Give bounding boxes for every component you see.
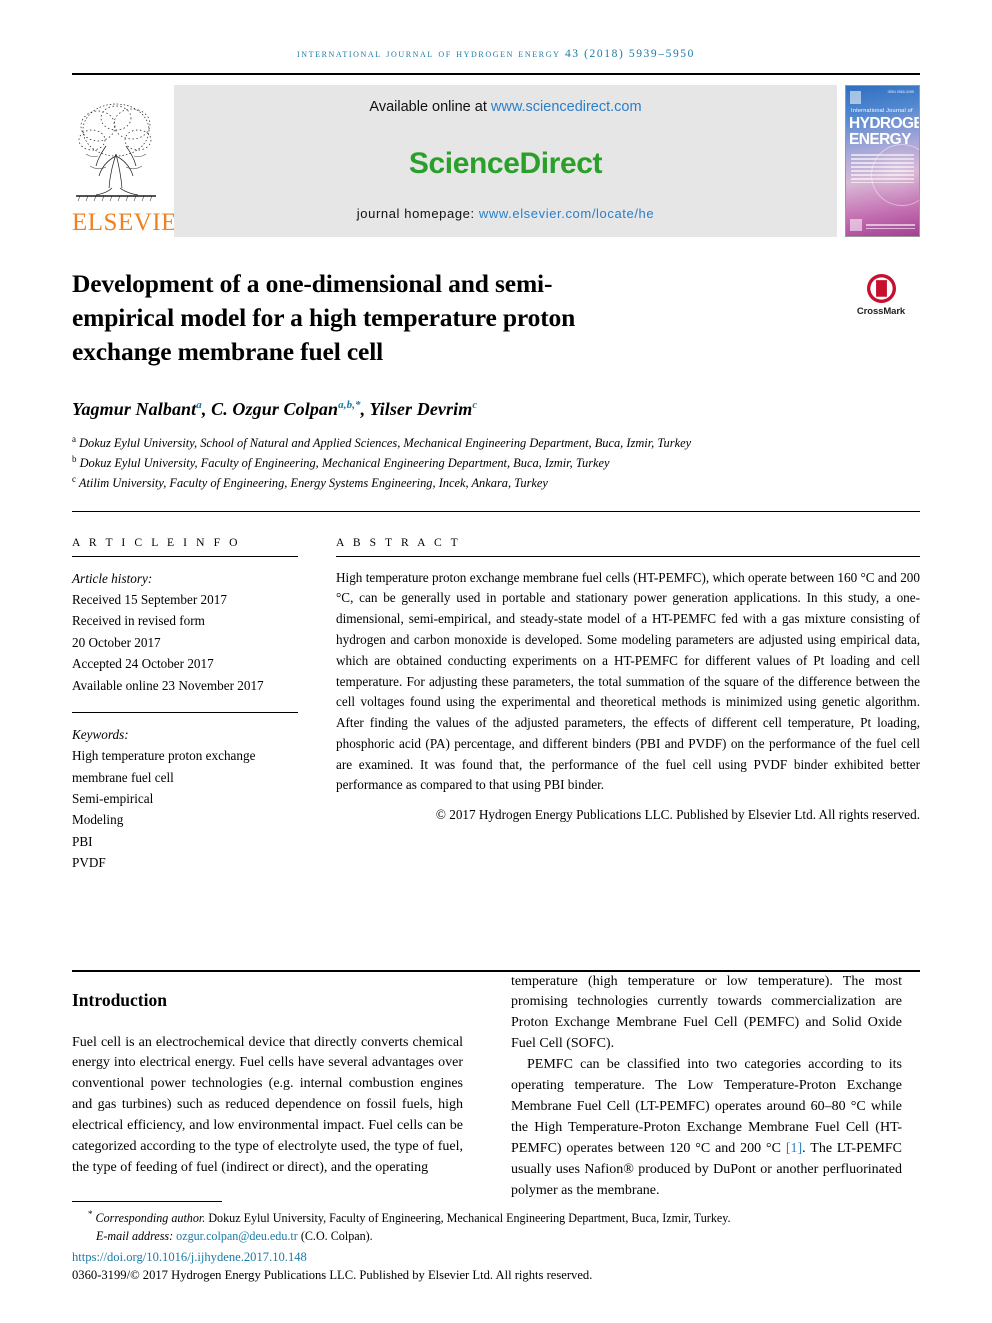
keyword-item: Semi-empirical: [72, 791, 154, 806]
cover-int-journal-label: International Journal of: [851, 108, 913, 114]
doi-link[interactable]: https://doi.org/10.1016/j.ijhydene.2017.…: [72, 1250, 307, 1264]
masthead: ELSEVIER Available online at www.science…: [72, 85, 920, 237]
email-line: E-mail address: ozgur.colpan@deu.edu.tr …: [72, 1227, 920, 1245]
citation-reference-1[interactable]: [1]: [786, 1141, 802, 1156]
affiliation-item: b Dokuz Eylul University, Faculty of Eng…: [72, 453, 862, 473]
title-area: Development of a one-dimensional and sem…: [72, 267, 920, 369]
footnote-star-marker: *: [88, 1208, 93, 1219]
abstract-column: A B S T R A C T High temperature proton …: [320, 536, 920, 874]
available-online-prefix: Available online at: [369, 99, 491, 115]
author-name: C. Ozgur Colpan: [211, 398, 339, 419]
abstract-copyright: © 2017 Hydrogen Energy Publications LLC.…: [435, 807, 920, 823]
article-history-item: Accepted 24 October 2017: [72, 656, 214, 672]
affiliation-item: c Atilim University, Faculty of Engineer…: [72, 473, 862, 493]
affiliation-item: a Dokuz Eylul University, School of Natu…: [72, 433, 862, 453]
introduction-heading: Introduction: [72, 989, 167, 1010]
cover-circle-graphic: [871, 144, 919, 206]
corresponding-author-address: Dokuz Eylul University, Faculty of Engin…: [205, 1210, 731, 1225]
email-label: E-mail address:: [96, 1228, 177, 1243]
email-link[interactable]: ozgur.colpan@deu.edu.tr: [176, 1229, 298, 1243]
introduction-paragraph: Fuel cell is an electrochemical device t…: [72, 1034, 463, 1176]
article-history-label: Article history:: [72, 570, 153, 586]
affiliation-marker: b: [72, 453, 77, 464]
keywords-rule: [72, 711, 298, 713]
crossmark-badge[interactable]: CrossMark: [842, 273, 920, 317]
journal-homepage-line: journal homepage: www.elsevier.com/locat…: [357, 206, 654, 221]
header-rule: [72, 73, 920, 75]
author-affiliation-marker: a: [196, 398, 202, 411]
abstract-heading: A B S T R A C T: [336, 535, 461, 549]
journal-cover-thumbnail: ISSN 0360-3199 International Journal of …: [845, 85, 920, 237]
cover-title-lines: HYDROGEN ENERGY: [849, 115, 919, 148]
affiliation-marker: a: [72, 433, 76, 444]
author-affiliation-marker: a,b,*: [338, 398, 361, 411]
elsevier-logo: ELSEVIER: [72, 85, 195, 237]
issn-copyright-line: 0360-3199/© 2017 Hydrogen Energy Publica…: [72, 1268, 593, 1282]
article-history-item: Received in revised form: [72, 613, 205, 629]
cover-issn-label: ISSN 0360-3199: [887, 90, 914, 94]
author-name: Yagmur Nalbant: [72, 398, 197, 419]
abstract-rule: [336, 555, 920, 557]
sciencedirect-banner: Available online at www.sciencedirect.co…: [174, 85, 837, 237]
author-affiliation-marker: c: [472, 398, 478, 411]
sciencedirect-logo-science: Science: [408, 146, 520, 180]
article-info-column: A R T I C L E I N F O Article history: R…: [72, 536, 320, 874]
elsevier-wordmark: ELSEVIER: [72, 209, 195, 236]
article-page: International Journal of Hydrogen Energy…: [0, 0, 992, 1323]
crossmark-label: CrossMark: [856, 306, 906, 317]
body-columns: Introduction Fuel cell is an electrochem…: [72, 972, 920, 1202]
keyword-item: PVDF: [72, 855, 106, 871]
article-history-item: 20 October 2017: [72, 634, 161, 650]
page-title: Development of a one-dimensional and sem…: [72, 269, 576, 366]
author-name: Yilser Devrim: [369, 398, 473, 419]
article-info-heading: A R T I C L E I N F O: [72, 535, 241, 549]
introduction-paragraph-2: PEMFC can be classified into two categor…: [511, 1055, 902, 1201]
footnote-area: * Corresponding author. Dokuz Eylul Univ…: [72, 1200, 920, 1283]
body-column-right: temperature (high temperature or low tem…: [487, 972, 902, 1202]
affiliation-marker: c: [72, 473, 76, 484]
crossmark-icon: [866, 273, 896, 304]
cover-top-badge-icon: [850, 91, 861, 104]
doi-line: https://doi.org/10.1016/j.ijhydene.2017.…: [72, 1250, 920, 1265]
journal-homepage-prefix: journal homepage:: [356, 206, 479, 221]
article-info-rule: [72, 555, 298, 557]
affiliation-text: Dokuz Eylul University, School of Natura…: [79, 435, 692, 450]
sciencedirect-url-link[interactable]: www.sciencedirect.com: [491, 99, 642, 115]
keyword-item: Modeling: [72, 812, 124, 828]
author-list: Yagmur Nalbanta, C. Ozgur Colpana,b,*, Y…: [72, 398, 478, 419]
article-history-item: Received 15 September 2017: [72, 592, 227, 607]
affiliation-text: Atilim University, Faculty of Engineerin…: [78, 475, 548, 490]
cover-footer: [850, 219, 915, 231]
introduction-paragraph-continued: temperature (high temperature or low tem…: [511, 973, 902, 1052]
footnote-rule: [72, 1200, 222, 1202]
keyword-item: PBI: [72, 833, 93, 849]
abstract-text: High temperature proton exchange membran…: [336, 569, 920, 793]
keywords-label: Keywords:: [72, 726, 129, 742]
article-history-item: Available online 23 November 2017: [72, 677, 264, 693]
sciencedirect-logo[interactable]: ScienceDirect: [408, 146, 603, 181]
keyword-item: membrane fuel cell: [72, 769, 174, 785]
corresponding-author-line: * Corresponding author. Dokuz Eylul Univ…: [72, 1208, 920, 1227]
cover-footer-lines: [866, 224, 915, 231]
affiliation-text: Dokuz Eylul University, Faculty of Engin…: [79, 455, 610, 470]
cover-iahe-icon: [850, 219, 862, 231]
body-column-left: Introduction Fuel cell is an electrochem…: [72, 972, 487, 1202]
keyword-item: High temperature proton exchange: [72, 748, 256, 764]
sciencedirect-logo-direct: Direct: [519, 146, 603, 180]
corresponding-author-label: Corresponding author.: [95, 1210, 206, 1225]
cover-hydrogen: HYDROGEN: [849, 115, 919, 132]
affiliation-rule: [72, 510, 920, 512]
journal-homepage-link[interactable]: www.elsevier.com/locate/he: [479, 206, 654, 221]
email-suffix: (C.O. Colpan).: [297, 1228, 373, 1243]
elsevier-tree-icon: [76, 103, 156, 202]
available-online-line: Available online at www.sciencedirect.co…: [369, 99, 641, 115]
affiliation-list: a Dokuz Eylul University, School of Natu…: [72, 433, 862, 493]
running-head: International Journal of Hydrogen Energy…: [296, 48, 696, 60]
info-abstract-section: A R T I C L E I N F O Article history: R…: [72, 536, 920, 874]
